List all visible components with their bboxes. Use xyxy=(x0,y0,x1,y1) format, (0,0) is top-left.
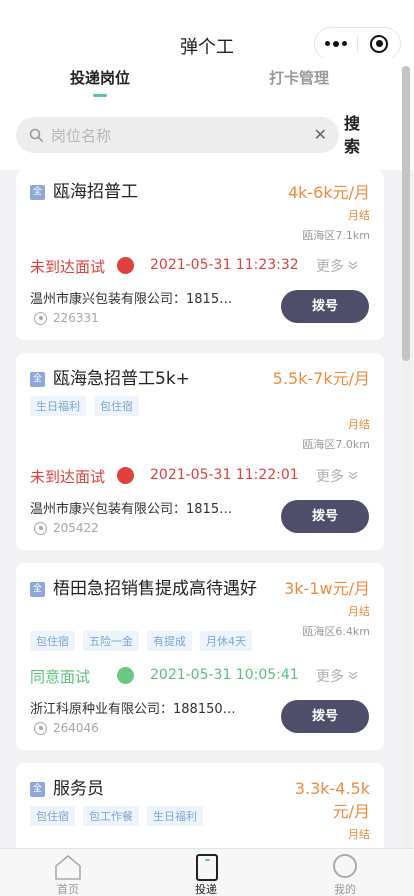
tag: 五险一金 xyxy=(83,631,139,651)
search-input[interactable]: 岗位名称 ✕ xyxy=(16,117,339,153)
nav-label: 首页 xyxy=(57,883,79,896)
tab-checkin-manage[interactable]: 打卡管理 xyxy=(269,67,329,88)
search-icon xyxy=(29,128,43,142)
company-contact: 温州市康兴包装有限公司：1815… xyxy=(30,502,233,517)
status-time: 2021-05-31 11:22:01 xyxy=(150,467,299,483)
status-text: 未到达面试 xyxy=(30,468,106,486)
chevron-down-icon[interactable] xyxy=(348,260,358,270)
search-button[interactable]: 搜索 xyxy=(344,112,364,158)
chevron-down-icon[interactable] xyxy=(348,470,358,480)
eye-icon xyxy=(34,721,47,735)
view-count: 264046 xyxy=(34,721,99,735)
dial-button[interactable]: 拨号 xyxy=(281,700,369,733)
nav-label: 投递 xyxy=(195,883,217,896)
more-link[interactable]: 更多 xyxy=(316,666,344,686)
nav-item-deliver[interactable]: 投递 xyxy=(166,849,246,896)
tag-list: 生日福利 包住宿 xyxy=(30,396,139,416)
job-title: 梧田急招销售提成高待遇好 xyxy=(53,579,257,599)
status-dot xyxy=(117,667,134,684)
view-count: 226331 xyxy=(34,311,99,325)
tag-list: 包住宿 包工作餐 生日福利 xyxy=(30,806,203,826)
status-time: 2021-05-31 10:05:41 xyxy=(150,667,299,683)
pay-cycle: 月结 xyxy=(348,828,370,841)
job-list: 全 瓯海招普工 4k-6k元/月 月结 瓯海区7.1km 未到达面试 2021-… xyxy=(0,170,400,848)
tag: 生日福利 xyxy=(147,806,203,826)
eye-icon xyxy=(34,311,47,325)
status-text: 同意面试 xyxy=(30,668,91,686)
job-card[interactable]: 全 瓯海急招普工5k+ 5.5k-7k元/月 月结 瓯海区7.0km 生日福利 … xyxy=(16,353,384,550)
pay-cycle: 月结 xyxy=(348,418,370,431)
view-count: 205422 xyxy=(34,521,99,535)
deliver-icon xyxy=(196,854,218,881)
job-card[interactable]: 全 梧田急招销售提成高待遇好 3k-1w元/月 月结 瓯海区6.4km 包住宿 … xyxy=(16,563,384,750)
company-contact: 浙江科原种业有限公司：188150… xyxy=(30,702,236,717)
company-contact: 温州市康兴包装有限公司：1815… xyxy=(30,292,233,307)
nav-label: 我的 xyxy=(334,883,356,896)
status-dot xyxy=(117,467,134,484)
chevron-down-icon[interactable] xyxy=(348,670,358,680)
dial-button[interactable]: 拨号 xyxy=(281,500,369,533)
tag: 月休4天 xyxy=(200,631,252,651)
tag: 包住宿 xyxy=(94,396,139,416)
tag: 包住宿 xyxy=(30,806,75,826)
job-title: 瓯海招普工 xyxy=(53,182,138,202)
job-card[interactable]: 全 服务员 3.3k-4.5k元/月 月结 包住宿 包工作餐 生日福利 xyxy=(16,763,384,848)
search-row: 岗位名称 ✕ 搜索 xyxy=(0,106,414,170)
status-time: 2021-05-31 11:23:32 xyxy=(150,257,299,273)
district-distance: 瓯海区6.4km xyxy=(302,625,370,638)
eye-icon xyxy=(34,521,47,535)
district-distance: 瓯海区7.1km xyxy=(302,229,370,242)
salary: 5.5k-7k元/月 xyxy=(272,369,370,388)
pay-cycle: 月结 xyxy=(348,209,370,222)
tag: 生日福利 xyxy=(30,396,86,416)
dial-button[interactable]: 拨号 xyxy=(281,290,369,323)
nav-item-home[interactable]: 首页 xyxy=(28,849,108,896)
view-count-value: 205422 xyxy=(53,521,99,535)
more-options-icon[interactable] xyxy=(315,28,357,59)
pay-cycle: 月结 xyxy=(348,605,370,618)
tag-list: 包住宿 五险一金 有提成 月休4天 xyxy=(30,631,252,651)
tab-indicator xyxy=(93,94,107,97)
full-time-badge: 全 xyxy=(30,185,45,200)
more-link[interactable]: 更多 xyxy=(316,256,344,276)
full-time-badge: 全 xyxy=(30,372,45,387)
tag: 包住宿 xyxy=(30,631,75,651)
status-text: 未到达面试 xyxy=(30,258,106,276)
tag: 有提成 xyxy=(147,631,192,651)
bottom-nav: 首页 投递 我的 xyxy=(0,848,414,896)
district-distance: 瓯海区7.0km xyxy=(302,438,370,451)
more-link[interactable]: 更多 xyxy=(316,466,344,486)
home-icon xyxy=(55,855,81,880)
scrollbar[interactable] xyxy=(402,66,410,850)
close-program-icon[interactable] xyxy=(358,28,400,59)
job-title: 瓯海急招普工5k+ xyxy=(53,369,190,389)
job-title: 服务员 xyxy=(53,779,104,799)
view-count-value: 264046 xyxy=(53,721,99,735)
full-time-badge: 全 xyxy=(30,782,45,797)
salary: 3k-1w元/月 xyxy=(284,579,370,598)
scrollbar-thumb[interactable] xyxy=(402,66,410,361)
mini-program-capsule xyxy=(314,27,401,60)
tab-bar: 投递岗位 打卡管理 xyxy=(0,58,414,106)
close-icon[interactable]: ✕ xyxy=(314,125,327,144)
nav-item-me[interactable]: 我的 xyxy=(305,849,385,896)
full-time-badge: 全 xyxy=(30,582,45,597)
me-icon xyxy=(333,854,357,878)
view-count-value: 226331 xyxy=(53,311,99,325)
tag: 包工作餐 xyxy=(83,806,139,826)
salary: 4k-6k元/月 xyxy=(287,183,370,202)
status-dot xyxy=(117,257,134,274)
tab-deliver-jobs[interactable]: 投递岗位 xyxy=(70,67,130,88)
search-placeholder: 岗位名称 xyxy=(51,127,112,145)
job-card[interactable]: 全 瓯海招普工 4k-6k元/月 月结 瓯海区7.1km 未到达面试 2021-… xyxy=(16,170,384,340)
salary: 3.3k-4.5k元/月 xyxy=(294,779,370,821)
